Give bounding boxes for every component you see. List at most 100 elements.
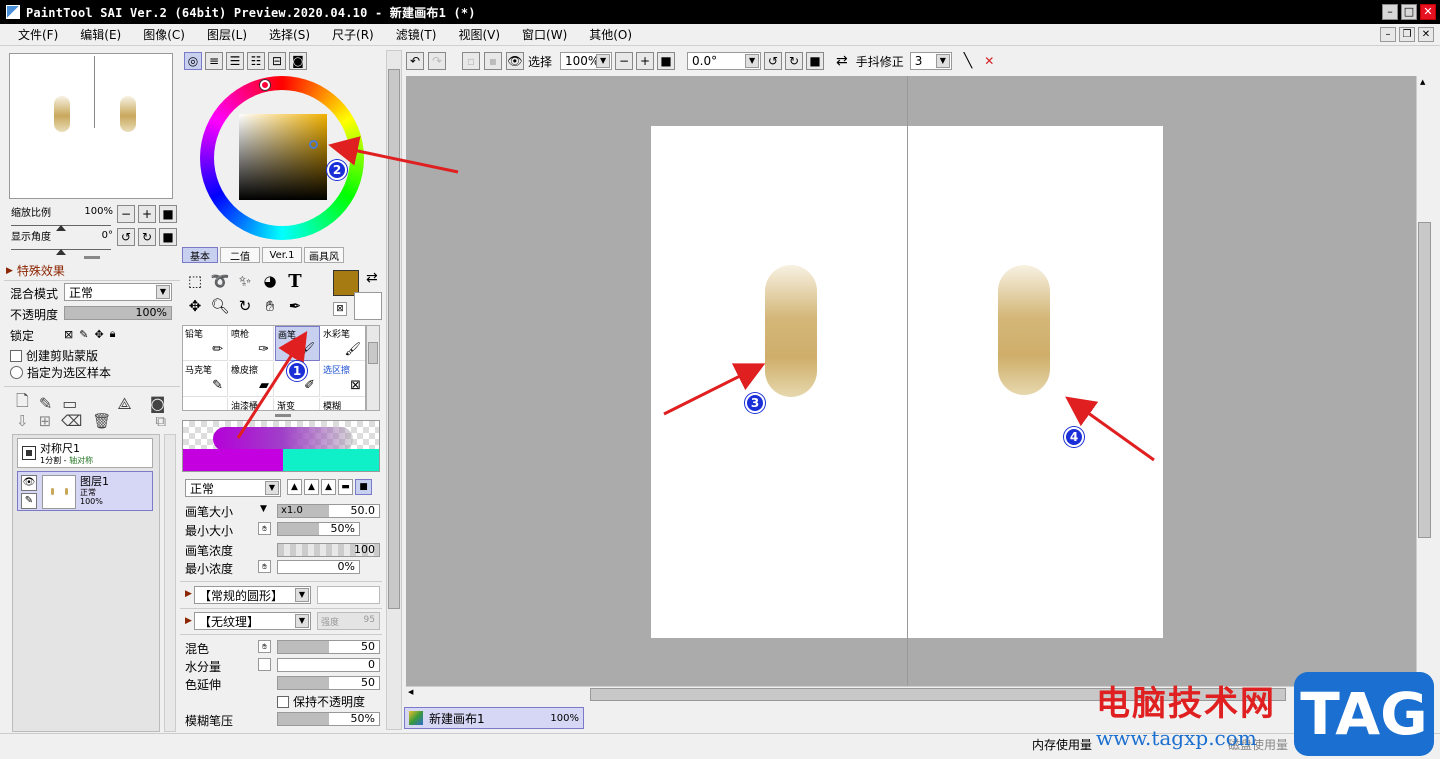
scratchpad-icon[interactable]: ◙ (289, 52, 307, 70)
brush-pencil[interactable]: 铅笔 ✏︎ (183, 326, 228, 361)
tab-paint-style[interactable]: 画具风 (304, 247, 344, 263)
tool-panel-scrollbar[interactable] (386, 50, 402, 730)
maximize-button[interactable]: □ (1401, 4, 1417, 20)
brush-bucket[interactable]: 油漆桶 (229, 398, 274, 410)
tab-basic[interactable]: 基本 (182, 247, 218, 263)
flip-horizontal-icon[interactable]: ⇄ (836, 53, 848, 69)
menu-view[interactable]: 视图(V) (450, 26, 508, 43)
color-wheel-icon[interactable]: ◎ (184, 52, 202, 70)
canvas-rotate-right-button[interactable]: ↻ (785, 52, 804, 70)
brush-cell[interactable] (183, 398, 228, 410)
invert-selection-icon[interactable]: ▪ (484, 52, 502, 70)
eye-icon[interactable]: 👁︎ (21, 475, 37, 491)
canvas-zoom-out-button[interactable]: − (615, 52, 634, 70)
zoom-in-button[interactable]: + (138, 205, 156, 223)
angle-slider-thumb[interactable] (56, 249, 66, 255)
canvas-area[interactable] (406, 76, 1416, 686)
secondary-color-swatch[interactable] (354, 292, 382, 320)
brush-shape-select[interactable]: 【常规的圆形】 ▼ (194, 586, 311, 604)
doc-restore-button[interactable]: ❐ (1399, 27, 1415, 42)
line-tool-icon[interactable]: ╲ (964, 53, 972, 69)
tip-soft-icon[interactable]: ▲ (304, 479, 319, 495)
magic-wand-icon[interactable]: ✨︎ (234, 270, 256, 292)
texture-select[interactable]: 【无纹理】 ▼ (194, 612, 311, 630)
brush-airbrush[interactable]: 喷枪 ✑ (229, 326, 274, 361)
pressure-toggle-icon[interactable]: ✋︎ (258, 522, 271, 535)
brush-brush[interactable]: 画笔 🖌︎ (275, 326, 320, 361)
menu-ruler[interactable]: 尺子(R) (324, 26, 382, 43)
minimize-button[interactable]: – (1382, 4, 1398, 20)
zoom-reset-button[interactable]: ■ (159, 205, 177, 223)
water-pressure-checkbox[interactable] (258, 658, 271, 671)
rotate-left-button[interactable]: ↺ (117, 228, 135, 246)
canvas-vscrollbar[interactable]: ▲ (1416, 76, 1432, 686)
blur-pressure-bar[interactable]: 50% (277, 712, 380, 726)
expand-arrow-icon[interactable]: ▶ (185, 616, 192, 626)
saturation-value-square[interactable] (239, 114, 327, 200)
selection-sample-row[interactable]: 指定为选区样本 (10, 364, 111, 381)
menu-edit[interactable]: 编辑(E) (72, 26, 129, 43)
merge-down-icon[interactable]: ⊞ (39, 412, 52, 430)
move-icon[interactable]: ✥ (184, 295, 206, 317)
opacity-bar[interactable]: 100% (64, 306, 172, 320)
rotate-icon[interactable]: ↻ (234, 295, 256, 317)
trash-icon[interactable]: 🗑︎ (92, 412, 111, 430)
min-size-bar[interactable]: 50% (277, 522, 360, 536)
brush-blur[interactable]: 模糊 (321, 398, 365, 410)
panel-splitter[interactable] (275, 414, 291, 417)
tool-panel-scroll-thumb[interactable] (388, 69, 400, 609)
show-selection-icon[interactable]: 👁︎ (506, 52, 524, 70)
color-picker-handle[interactable] (309, 140, 318, 149)
eyedropper-icon[interactable]: ✒︎ (284, 295, 306, 317)
apply-mask-icon[interactable]: ⧉ (155, 412, 166, 430)
tip-round-icon[interactable]: ▲ (287, 479, 302, 495)
tip-hard-icon[interactable]: ▲ (321, 479, 336, 495)
brush-select-eraser[interactable]: 选区擦 ⊠ (321, 362, 365, 397)
brush-watercolor[interactable]: 水彩笔 🖌︎ (321, 326, 365, 361)
transfer-down-icon[interactable]: ⇩ (16, 412, 29, 430)
lock-move-icon[interactable]: ✥ (94, 328, 103, 341)
tip-square-icon[interactable]: ■ (355, 479, 372, 495)
brush-mode-select[interactable]: 正常 ▼ (185, 479, 281, 497)
stabilizer-select[interactable]: 3 ▼ (909, 52, 952, 70)
density-bar[interactable]: 100 (277, 543, 380, 557)
clear-line-icon[interactable]: ✕ (984, 54, 994, 68)
keep-opacity-checkbox[interactable] (277, 695, 289, 708)
effects-header[interactable]: ▶ 特殊效果 (6, 262, 65, 279)
rgb-slider-icon[interactable]: ≡ (205, 52, 223, 70)
layer-item-layer1[interactable]: 👁︎ ✎ 图层1 正常 100% (17, 471, 153, 511)
stretch-bar[interactable]: 50 (277, 676, 380, 690)
doc-close-button[interactable]: ✕ (1418, 27, 1434, 42)
lock-all-icon[interactable]: 🔒︎ (110, 327, 116, 341)
canvas-zoom-reset-button[interactable]: ■ (657, 52, 676, 70)
min-density-bar[interactable]: 0% (277, 560, 360, 574)
keep-opacity-row[interactable]: 保持不透明度 (277, 693, 365, 710)
menu-window[interactable]: 窗口(W) (514, 26, 575, 43)
tip-flat-icon[interactable]: ▬ (338, 479, 353, 495)
canvas-rotate-left-button[interactable]: ↺ (764, 52, 783, 70)
clear-layer-icon[interactable]: ⌫ (61, 412, 82, 430)
swatch-icon[interactable]: ⊟ (268, 52, 286, 70)
deselect-icon[interactable]: ▫ (462, 52, 480, 70)
palette-list-icon[interactable]: ☷ (247, 52, 265, 70)
menu-select[interactable]: 选择(S) (261, 26, 318, 43)
blend-bar[interactable]: 50 (277, 640, 380, 654)
layer-scrollbar[interactable] (164, 434, 176, 732)
lasso-icon[interactable]: ➰ (209, 270, 231, 292)
zoom-out-button[interactable]: − (117, 205, 135, 223)
clip-mask-row[interactable]: 创建剪贴蒙版 (10, 347, 98, 364)
hand-icon[interactable]: ✋︎ (259, 295, 281, 317)
canvas-vscroll-thumb[interactable] (1418, 222, 1431, 538)
rotate-reset-button[interactable]: ■ (159, 228, 177, 246)
rotate-right-button[interactable]: ↻ (138, 228, 156, 246)
shape-icon[interactable]: ◕ (259, 270, 281, 292)
navigator-preview[interactable] (9, 53, 173, 199)
ruler-icon[interactable]: ⟁ (117, 394, 131, 414)
menu-file[interactable]: 文件(F) (10, 26, 66, 43)
menu-image[interactable]: 图像(C) (135, 26, 193, 43)
panel-splitter[interactable] (84, 256, 100, 259)
brush-eraser[interactable]: 橡皮擦 ▰ (229, 362, 274, 397)
lock-paint-icon[interactable]: ✎ (79, 328, 88, 341)
new-pen-layer-icon[interactable]: ✎ (39, 394, 52, 413)
swap-colors-icon[interactable]: ⇄ (366, 270, 378, 286)
